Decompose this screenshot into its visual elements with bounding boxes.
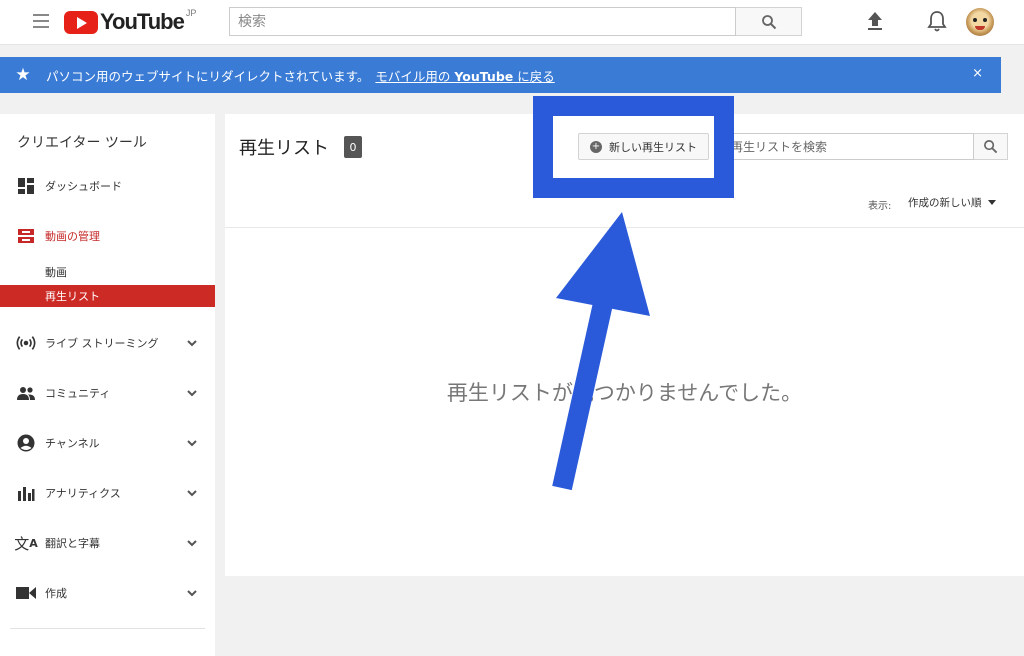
sort-dropdown[interactable]: 作成の新しい順	[908, 195, 996, 210]
sidebar-item-video-manager[interactable]: 動画の管理	[0, 224, 215, 248]
link-suffix: に戻る	[513, 68, 555, 84]
link-prefix: モバイル用の	[375, 68, 455, 84]
sidebar-item-label: 翻訳と字幕	[45, 537, 100, 550]
upload-icon[interactable]	[864, 10, 886, 32]
channel-icon	[16, 433, 36, 453]
search-icon	[984, 140, 998, 154]
back-to-mobile-link[interactable]: モバイル用の YouTube に戻る	[375, 66, 554, 85]
annotation-highlight-box	[533, 96, 734, 198]
search-button[interactable]	[736, 7, 802, 36]
divider	[225, 227, 1024, 228]
analytics-icon	[16, 483, 36, 503]
caret-down-icon	[987, 200, 996, 205]
sidebar-item-label: 動画の管理	[45, 230, 100, 243]
sidebar-item-channel[interactable]: チャンネル	[0, 431, 215, 455]
chevron-down-icon[interactable]	[186, 437, 198, 449]
sidebar-item-label: チャンネル	[45, 437, 100, 450]
sort-label: 表示:	[868, 201, 892, 212]
sidebar-subitem-playlists[interactable]: 再生リスト	[0, 285, 215, 307]
close-icon[interactable]: ×	[972, 66, 983, 81]
chevron-down-icon[interactable]	[186, 587, 198, 599]
top-bar: YouTube JP	[0, 0, 1024, 45]
translate-icon: 文A	[14, 534, 38, 553]
community-icon	[16, 383, 36, 403]
bell-icon[interactable]	[926, 9, 948, 33]
playlist-count-badge: 0	[344, 136, 362, 158]
live-streaming-icon	[16, 333, 36, 353]
sidebar-item-label: コミュニティ	[45, 387, 111, 400]
sidebar-item-label: ダッシュボード	[45, 180, 122, 193]
banner-message: パソコン用のウェブサイトにリダイレクトされています。	[46, 68, 370, 84]
playlist-search-input[interactable]	[724, 133, 974, 160]
search-icon	[761, 14, 776, 29]
sidebar-item-label: アナリティクス	[45, 487, 121, 500]
chevron-down-icon[interactable]	[186, 537, 198, 549]
sidebar-item-label: ライブ ストリーミング	[45, 337, 159, 350]
link-bold: YouTube	[454, 68, 514, 84]
star-icon: ★	[15, 65, 31, 85]
sidebar-item-dashboard[interactable]: ダッシュボード	[0, 174, 215, 198]
page-title: 再生リスト	[239, 138, 329, 159]
menu-icon[interactable]	[33, 14, 49, 28]
video-camera-icon	[16, 583, 36, 603]
chevron-down-icon[interactable]	[186, 387, 198, 399]
play-logo-icon	[64, 10, 98, 34]
redirect-banner: ★ パソコン用のウェブサイトにリダイレクトされています。 モバイル用の YouT…	[0, 57, 1001, 93]
sidebar-item-translations[interactable]: 文A 翻訳と字幕	[0, 531, 215, 555]
sidebar-item-label: 作成	[45, 587, 67, 600]
sidebar-divider	[10, 628, 205, 629]
sidebar-item-community[interactable]: コミュニティ	[0, 381, 215, 405]
playlist-search	[724, 133, 1008, 160]
youtube-logo[interactable]: YouTube JP	[64, 8, 197, 35]
sidebar-item-analytics[interactable]: アナリティクス	[0, 481, 215, 505]
sidebar-title: クリエイター ツール	[17, 135, 147, 151]
sidebar-item-live[interactable]: ライブ ストリーミング	[0, 331, 215, 355]
video-manager-icon	[16, 226, 36, 246]
avatar[interactable]	[966, 8, 994, 36]
chevron-down-icon[interactable]	[186, 487, 198, 499]
sidebar-subitem-videos[interactable]: 動画	[0, 261, 215, 283]
playlist-search-button[interactable]	[974, 133, 1008, 160]
logo-region: JP	[185, 8, 197, 18]
sidebar-item-create[interactable]: 作成	[0, 581, 215, 605]
chevron-down-icon[interactable]	[186, 337, 198, 349]
sort-value: 作成の新しい順	[908, 197, 982, 209]
search-bar	[229, 7, 802, 36]
creator-sidebar: クリエイター ツール ダッシュボード 動画の管理 動画 再生リスト ライブ スト…	[0, 114, 215, 656]
logo-text: YouTube	[100, 9, 185, 34]
empty-state-message: 再生リストが見つかりませんでした。	[446, 381, 803, 405]
search-input[interactable]	[229, 7, 736, 36]
dashboard-icon	[16, 176, 36, 196]
